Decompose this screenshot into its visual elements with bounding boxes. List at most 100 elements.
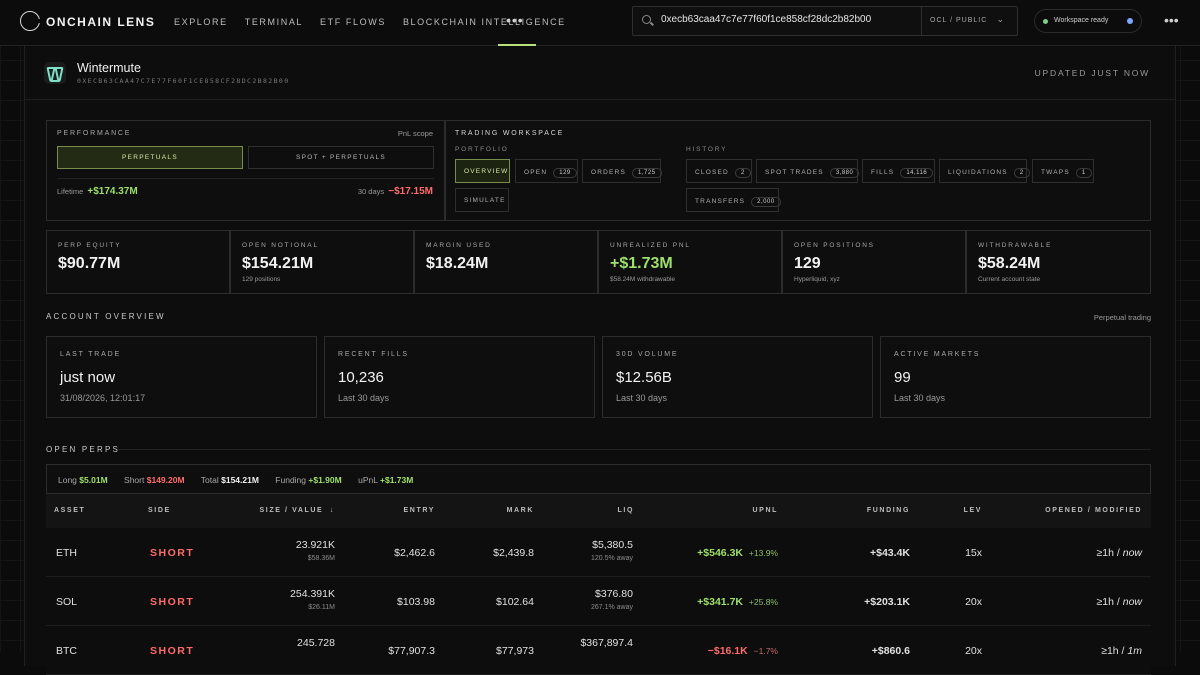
tab-closed[interactable]: CLOSED 2 [686,159,752,183]
cell-asset: SOL [56,596,78,608]
stat-label: OPEN NOTIONAL [242,242,319,249]
sort-arrow-icon: ↓ [329,507,335,514]
stat-value: +$1.73M [610,255,673,272]
brand-logo-icon[interactable] [20,11,41,31]
col-funding[interactable]: FUNDING [867,507,910,514]
summary-short: Short $149.20M [124,475,185,485]
cell-liq-away: 267.1% away [590,604,633,611]
nav-link-terminal[interactable]: TERMINAL [245,17,303,27]
tab-spot-trades[interactable]: SPOT TRADES 3,880 [756,159,860,183]
overflow-menu-icon[interactable]: ••• [1164,12,1179,28]
cell-size: 23.921K [295,539,335,551]
search-input[interactable] [661,14,941,25]
summary-total-value: $154.21M [221,475,259,485]
card-label: ACTIVE MARKETS [894,351,981,358]
cell-funding: +$203.1K [864,596,910,608]
stat-value: $58.24M [978,255,1041,272]
card-value: 99 [894,369,911,386]
card-sub: Last 30 days [338,393,390,403]
days-label: 30 days [357,187,385,196]
top-nav: ONCHAIN LENS EXPLORE TERMINAL ETF FLOWS … [0,0,1200,46]
chevron-down-icon: ⌄ [996,14,1005,24]
summary-upnl-value: +$1.73M [380,475,414,485]
cell-mark: $102.64 [496,596,534,608]
performance-card: PERFORMANCE PnL scope PERPETUALS SPOT + … [46,120,445,221]
tab-transfers[interactable]: TRANSFERS 2,000 [686,188,781,212]
tab-perpetuals[interactable]: PERPETUALS [57,146,243,169]
summary-upnl-label: uPnL [358,475,378,485]
card-sub: Last 30 days [616,393,668,403]
card-sub: Last 30 days [894,393,946,403]
tab-simulate[interactable]: SIMULATE [455,188,509,212]
cell-size-value: 254.391K $26.11M [290,588,335,611]
tab-open[interactable]: OPEN 129 [515,159,578,183]
cell-opened: ≥1h [1096,547,1114,559]
tab-fills[interactable]: FILLS 14,116 [862,159,935,183]
stat-label: OPEN POSITIONS [794,242,875,249]
card-sub: 31/08/2026, 12:01:17 [60,393,146,403]
tab-overview[interactable]: OVERVIEW [455,159,510,183]
avatar [44,62,66,84]
cell-funding: +$43.4K [870,547,910,559]
cell-lev: 20x [965,596,982,608]
col-entry[interactable]: ENTRY [404,507,435,514]
cell-upnl-pct: −1.7% [753,646,778,656]
cell-side: SHORT [150,645,195,657]
col-mark[interactable]: MARK [507,507,534,514]
scope-select-label: OCL / PUBLIC [930,17,988,24]
tab-orders[interactable]: ORDERS 1,725 [582,159,662,183]
summary-total: Total $154.21M [201,475,259,485]
tab-closed-count: 2 [734,168,751,178]
stat-perp-equity: PERP EQUITY $90.77M [46,230,230,294]
stat-label: PERP EQUITY [58,242,122,249]
tab-fills-label: FILLS [871,169,895,176]
col-upnl[interactable]: UPNL [753,507,778,514]
cell-upnl: −$16.1K −1.7% [708,645,778,657]
col-liq[interactable]: LIQ [618,507,634,514]
open-perps-divider [118,449,1151,450]
cell-opened-modified: ≥1h / 1m [1101,645,1142,657]
workspace-status-badge[interactable]: Workspace ready [1034,9,1142,33]
nav-more-icon[interactable]: ••• [506,12,524,28]
entity-address[interactable]: 0XECB63CAA47C7E77F60F1CE858CF28DC2B82B00 [77,77,290,85]
cell-size-value: 245.728 [297,637,335,649]
cell-liq-price: $5,380.5 [592,539,633,551]
tab-spot-perpetuals[interactable]: SPOT + PERPETUALS [248,146,434,169]
tab-liquidations-count: 2 [1013,168,1030,178]
cell-funding: +$860.6 [871,645,910,657]
table-row[interactable]: ETH SHORT 23.921K $58.36M $2,462.6 $2,439… [46,528,1151,577]
trading-workspace-card: TRADING WORKSPACE PORTFOLIO HISTORY OVER… [445,120,1151,221]
table-row[interactable]: BTC SHORT 245.728 $77,907.3 $77,973 $367… [46,626,1151,675]
nav-link-explore[interactable]: EXPLORE [174,17,228,27]
account-overview-right: Perpetual trading [1093,313,1151,322]
tab-orders-count: 1,725 [632,168,662,178]
cell-size: 254.391K [290,588,335,600]
col-side[interactable]: SIDE [148,507,171,514]
cell-upnl-value: +$546.3K [697,547,743,559]
stat-value: $154.21M [242,255,314,272]
tab-simulate-label: SIMULATE [464,197,506,204]
account-overview-title: ACCOUNT OVERVIEW [46,312,166,321]
cell-upnl: +$341.7K +25.8% [697,596,778,608]
table-row[interactable]: SOL SHORT 254.391K $26.11M $103.98 $102.6… [46,577,1151,626]
nav-link-etf-flows[interactable]: ETF FLOWS [320,17,386,27]
cell-liq: $5,380.5 120.5% away [591,539,633,562]
tab-spot-trades-count: 3,880 [829,168,860,178]
tab-orders-label: ORDERS [591,169,627,176]
brand-name[interactable]: ONCHAIN LENS [46,15,155,29]
cell-modified: 1m [1127,645,1142,657]
scope-select[interactable]: OCL / PUBLIC ⌄ [921,7,1017,35]
stat-unrealized-pnl: UNREALIZED PNL +$1.73M $58.24M withdrawa… [598,230,782,294]
tab-open-count: 129 [553,168,577,178]
nav-link-blockchain-intelligence[interactable]: BLOCKCHAIN INTELLIGENCE [403,17,566,27]
card-value: 10,236 [338,369,384,386]
tab-liquidations[interactable]: LIQUIDATIONS 2 [939,159,1030,183]
summary-funding-value: +$1.90M [308,475,342,485]
col-asset[interactable]: ASSET [54,507,85,514]
col-opened-modified[interactable]: OPENED / MODIFIED [1045,507,1142,514]
days-pnl: 30 days −$17.15M [358,186,433,197]
tab-twaps[interactable]: TWAPS 1 [1032,159,1094,183]
col-size-value[interactable]: SIZE / VALUE ↓ [260,507,335,514]
cell-liq: $367,897.4 [580,637,633,649]
col-lev[interactable]: LEV [964,507,982,514]
